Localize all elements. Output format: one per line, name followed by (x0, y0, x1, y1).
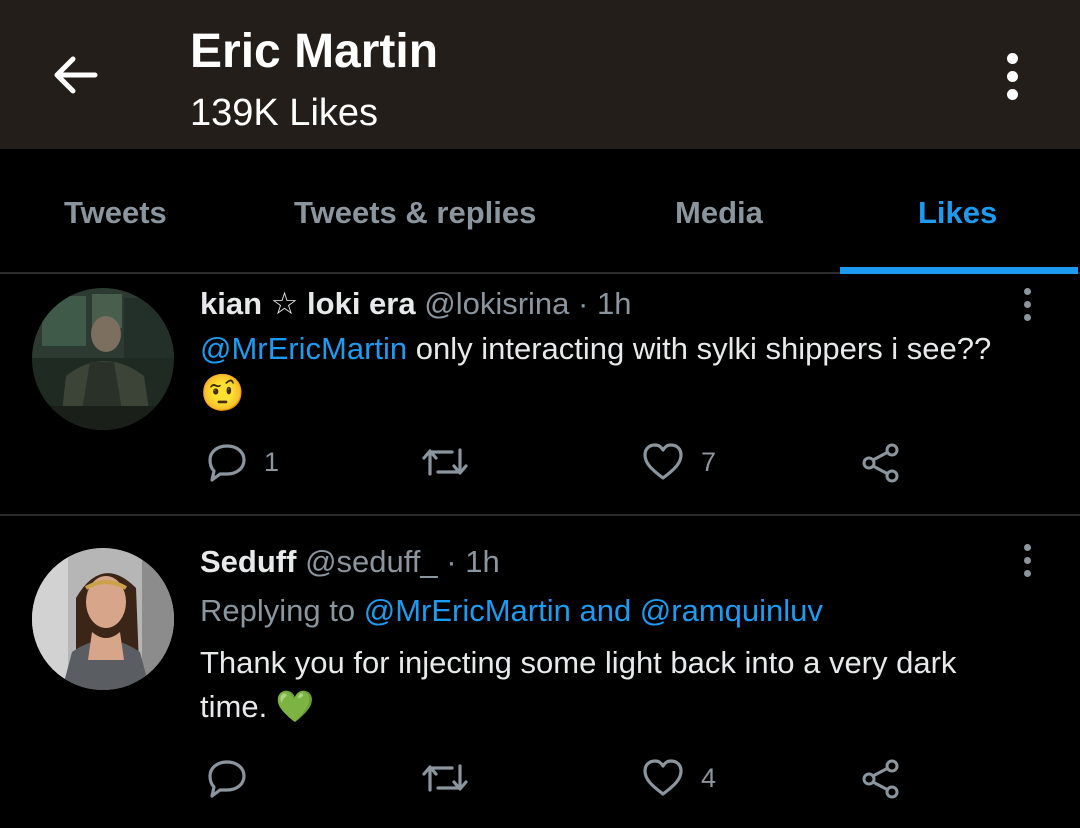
more-vertical-icon (1006, 52, 1018, 64)
tweet-time: · 1h (446, 544, 500, 579)
avatar[interactable] (32, 288, 174, 430)
author-name[interactable]: Seduff (200, 544, 296, 579)
tab-likes[interactable]: Likes (918, 195, 997, 231)
like-button[interactable]: 7 (641, 442, 716, 482)
reply-icon (208, 760, 246, 798)
more-vertical-icon (1023, 287, 1031, 295)
avatar-image (32, 288, 174, 430)
tweet-body: time. (200, 689, 268, 724)
mention-link[interactable]: @MrEricMartin (200, 331, 407, 366)
avatar-image (32, 548, 174, 690)
retweet-button[interactable] (420, 444, 470, 480)
reply-button[interactable]: 1 (206, 442, 279, 482)
profile-header: Eric Martin 139K Likes (0, 0, 1080, 149)
like-count: 4 (701, 762, 717, 793)
avatar[interactable] (32, 548, 174, 690)
tab-tweets[interactable]: Tweets (64, 195, 167, 231)
retweet-icon (422, 448, 468, 476)
author-handle[interactable]: @seduff_ (305, 544, 438, 579)
tab-tweets-replies[interactable]: Tweets & replies (294, 195, 536, 231)
author-handle[interactable]: @lokisrina (424, 286, 569, 321)
author-name[interactable]: kian ☆ loki era (200, 286, 416, 321)
tweet-card[interactable]: Seduff @seduff_ · 1h Replying to @MrEric… (0, 516, 1080, 828)
reply-count: 1 (264, 446, 280, 477)
like-count: 7 (701, 446, 717, 477)
replying-mentions[interactable]: @MrEricMartin and @ramquinluv (364, 593, 823, 628)
heart-icon (643, 759, 683, 796)
tweet-more-button[interactable] (1014, 284, 1040, 324)
tweet-more-button[interactable] (1014, 540, 1040, 580)
share-icon (862, 443, 899, 483)
retweet-button[interactable] (420, 760, 470, 796)
heart-icon (643, 443, 683, 480)
tweet-body-line-2: time. 💚 (200, 688, 314, 725)
share-button[interactable] (860, 758, 902, 800)
tweet-time: · 1h (578, 286, 632, 321)
arrow-left-icon (54, 56, 98, 94)
replying-prefix: Replying to (200, 593, 356, 628)
share-icon (862, 759, 899, 799)
like-button[interactable]: 4 (641, 758, 716, 798)
tweet-body: only interacting with sylki shippers i s… (415, 331, 992, 366)
back-button[interactable] (44, 48, 106, 102)
tweet-card[interactable]: kian ☆ loki era @lokisrina · 1h @MrEricM… (0, 276, 1080, 514)
active-tab-indicator (840, 267, 1078, 274)
profile-tabs: Tweets Tweets & replies Media Likes (0, 149, 1080, 274)
more-options-button[interactable] (992, 46, 1032, 106)
reply-button[interactable] (206, 758, 248, 798)
tweet-text: @MrEricMartin only interacting with sylk… (200, 331, 991, 367)
more-vertical-icon (1023, 543, 1031, 551)
retweet-icon (422, 764, 468, 792)
tab-media[interactable]: Media (675, 195, 763, 231)
reply-icon (208, 444, 246, 482)
tweet-body-line-1: Thank you for injecting some light back … (200, 645, 957, 680)
share-button[interactable] (860, 442, 902, 484)
green-heart-emoji: 💚 (275, 689, 315, 724)
likes-count: 139K Likes (190, 92, 379, 134)
profile-name: Eric Martin (190, 25, 439, 78)
emoji: 🤨 (200, 372, 245, 413)
replying-to: Replying to @MrEricMartin and @ramquinlu… (200, 593, 823, 629)
